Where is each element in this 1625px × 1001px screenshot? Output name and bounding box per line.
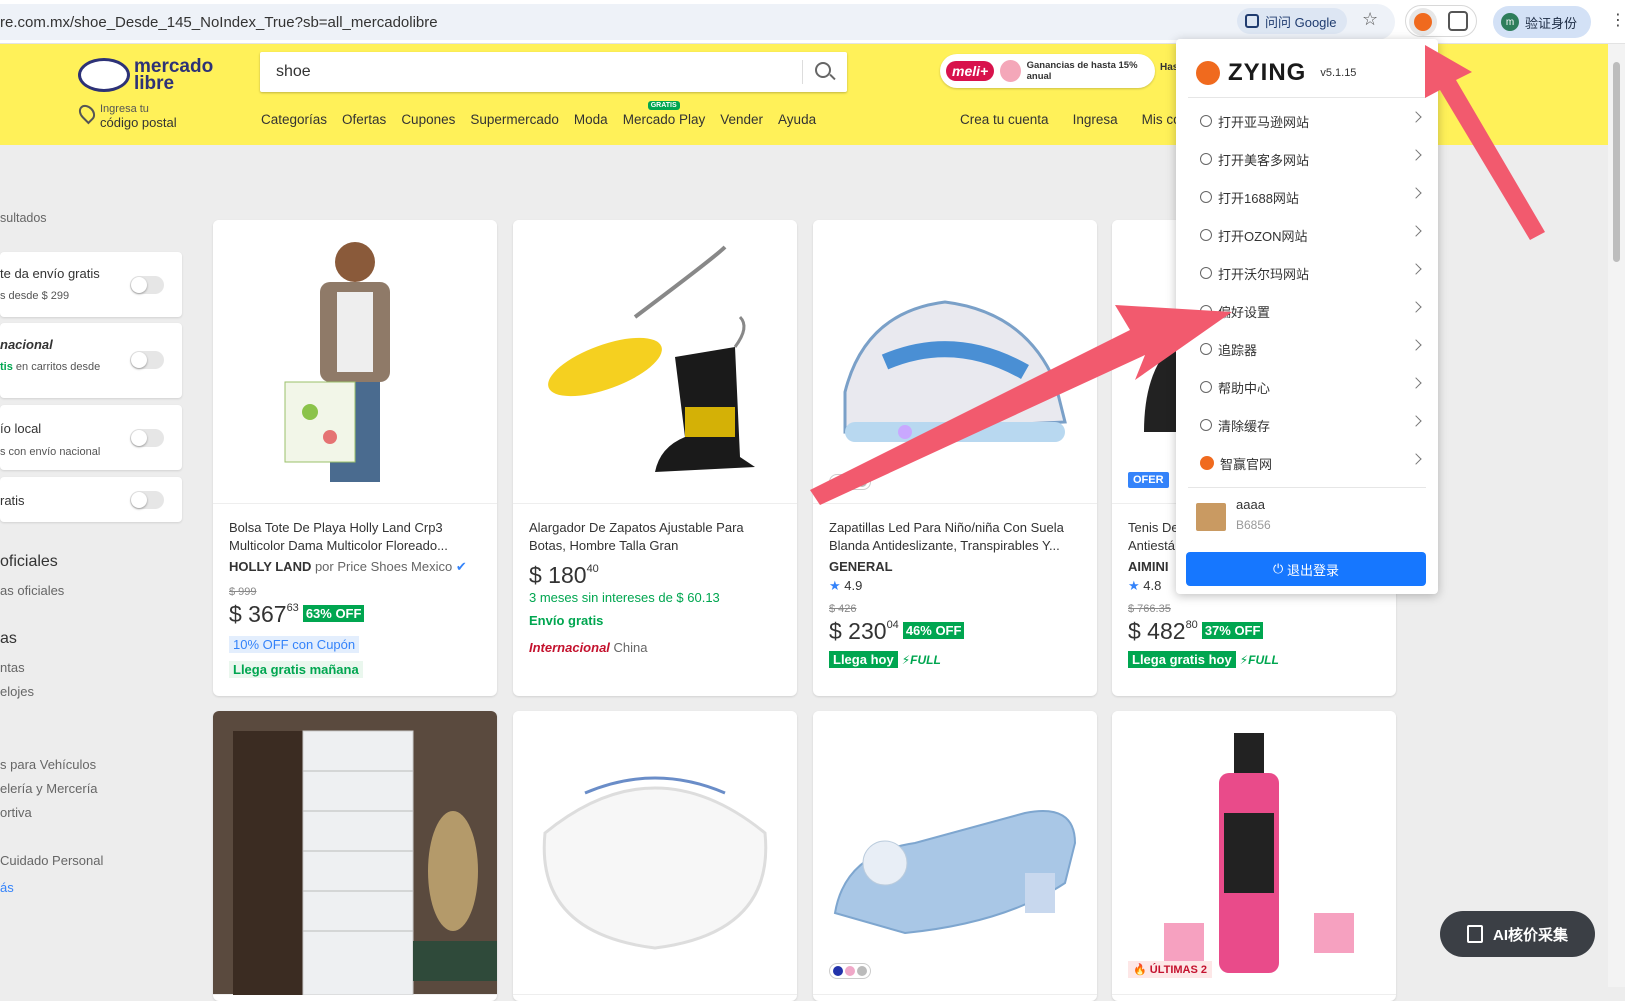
arrow-to-preferences	[810, 305, 1232, 505]
annotation-arrows	[810, 45, 1545, 505]
ai-button-label: AI核价采集	[1492, 926, 1568, 944]
ai-price-collect-button[interactable]: AI核价采集	[1440, 911, 1595, 957]
document-icon	[1466, 925, 1483, 943]
arrow-to-extension-icon	[1425, 45, 1545, 240]
